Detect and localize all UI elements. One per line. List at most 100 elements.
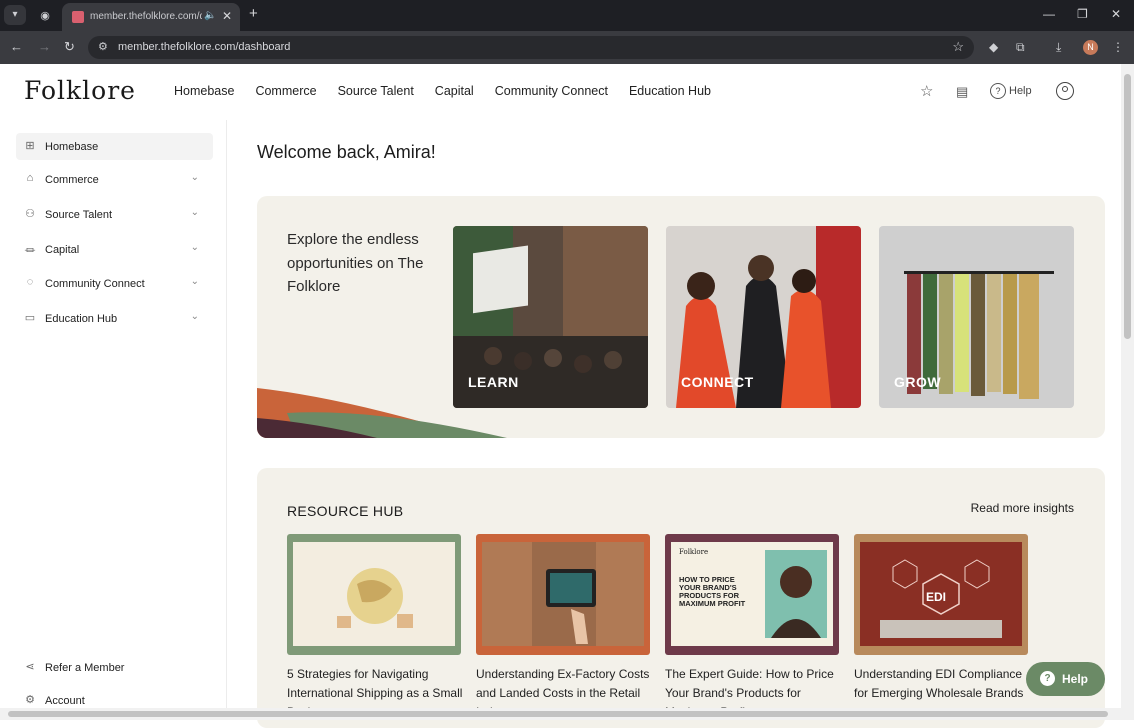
- favorites-star-icon[interactable]: ☆: [920, 82, 933, 100]
- sidebar-item-capital[interactable]: ⏛ Capital ⌄: [16, 236, 213, 263]
- bank-icon: ⏛: [24, 245, 36, 257]
- sidebar-item-label: Commerce: [45, 174, 99, 186]
- sidebar-item-label: Homebase: [45, 141, 99, 153]
- forward-icon[interactable]: →: [38, 39, 51, 54]
- sidebar-item-label: Community Connect: [45, 278, 145, 290]
- back-icon[interactable]: ←: [10, 39, 23, 54]
- scroll-thumb[interactable]: [1124, 74, 1131, 339]
- address-bar[interactable]: ⚙ member.thefolklore.com/dashboard ☆: [88, 36, 974, 59]
- download-icon[interactable]: ⤓: [1056, 40, 1061, 55]
- chevron-down-icon[interactable]: ⌄: [191, 242, 199, 253]
- user-account-icon[interactable]: [1056, 82, 1074, 100]
- browser-toolbar: ← → ↻ ⚙ member.thefolklore.com/dashboard…: [0, 31, 1134, 64]
- card-image: EDI: [854, 534, 1028, 655]
- hero-tagline: Explore the endless opportunities on The…: [287, 231, 424, 295]
- recording-icon[interactable]: ◉: [36, 7, 54, 25]
- chevron-down-icon[interactable]: ⌄: [191, 276, 199, 287]
- chat-icon: ◌: [26, 276, 34, 288]
- extensions-puzzle-icon[interactable]: ⧉: [1016, 40, 1025, 55]
- nav-source-talent[interactable]: Source Talent: [338, 84, 414, 98]
- chevron-down-icon[interactable]: ⌄: [191, 311, 199, 322]
- card-image: [476, 534, 650, 655]
- tab-search-button[interactable]: ▾: [4, 5, 26, 25]
- share-icon: ⋖: [25, 661, 35, 673]
- top-nav: Homebase Commerce Source Talent Capital …: [174, 84, 732, 98]
- help-label: Help: [1009, 85, 1032, 97]
- connect-tile[interactable]: CONNECT: [666, 226, 861, 408]
- sidebar-item-label: Source Talent: [45, 209, 113, 221]
- read-more-insights-link[interactable]: Read more insights: [971, 501, 1074, 515]
- new-tab-icon[interactable]: +: [249, 5, 258, 22]
- help-circle-icon: ?: [990, 83, 1006, 99]
- card-title[interactable]: Understanding EDI Compliance for Emergin…: [854, 665, 1032, 703]
- resource-card[interactable]: EDI Understanding EDI Compliance for Eme…: [854, 534, 1028, 703]
- tab-favicon-icon: [72, 11, 84, 23]
- grow-label: GROW: [894, 374, 942, 390]
- speaker-icon[interactable]: 🔈: [204, 10, 216, 21]
- sidebar-item-source-talent[interactable]: ⚇ Source Talent ⌄: [16, 201, 213, 228]
- resource-hub-title: RESOURCE HUB: [287, 503, 404, 519]
- grid-icon: ⊞: [25, 140, 35, 152]
- vertical-scrollbar[interactable]: [1121, 64, 1134, 708]
- nav-commerce[interactable]: Commerce: [255, 84, 316, 98]
- help-link[interactable]: ? Help: [990, 83, 1032, 99]
- reload-icon[interactable]: ↻: [64, 39, 75, 55]
- extension-icon[interactable]: ◆: [989, 40, 998, 54]
- card-image: Folklore HOW TO PRICE YOUR BRAND'S PRODU…: [665, 534, 839, 655]
- help-circle-icon: ?: [1040, 671, 1055, 686]
- learn-tile[interactable]: LEARN: [453, 226, 648, 408]
- resource-card[interactable]: 5 Strategies for Navigating Internationa…: [287, 534, 462, 722]
- hero-banner: Explore the endless opportunities on The…: [257, 196, 1105, 438]
- nav-homebase[interactable]: Homebase: [174, 84, 234, 98]
- site-info-icon[interactable]: ⚙: [98, 40, 108, 53]
- sidebar-item-homebase[interactable]: ⊞ Homebase: [16, 133, 213, 160]
- scroll-thumb[interactable]: [8, 711, 1108, 717]
- close-window-icon[interactable]: ✕: [1111, 7, 1121, 21]
- folklore-logo[interactable]: Folklore: [24, 76, 136, 105]
- presenter-portrait: [765, 550, 827, 638]
- card-image: [287, 534, 461, 655]
- nav-education-hub[interactable]: Education Hub: [629, 84, 711, 98]
- store-icon: ⌂: [26, 172, 34, 184]
- tab-close-icon[interactable]: ✕: [222, 9, 232, 23]
- book-icon: ▭: [24, 312, 36, 324]
- resource-card[interactable]: Understanding Ex-Factory Costs and Lande…: [476, 534, 650, 722]
- app-header: Folklore Homebase Commerce Source Talent…: [0, 64, 1121, 120]
- sidebar-item-education-hub[interactable]: ▭ Education Hub ⌄: [16, 305, 213, 332]
- edi-label: EDI: [926, 590, 947, 604]
- help-fab-label: Help: [1062, 672, 1089, 686]
- sidebar-item-refer-a-member[interactable]: ⋖ Refer a Member: [16, 654, 213, 681]
- sidebar-item-label: Account: [45, 695, 85, 707]
- restore-icon[interactable]: ❐: [1077, 7, 1088, 21]
- resource-hub: RESOURCE HUB Read more insights 5 Strate…: [257, 468, 1105, 728]
- grow-tile[interactable]: GROW: [879, 226, 1074, 408]
- sidebar-item-label: Capital: [45, 244, 80, 256]
- url-text[interactable]: member.thefolklore.com/dashboard: [118, 41, 290, 53]
- sidebar-item-label: Refer a Member: [45, 662, 125, 674]
- nav-community-connect[interactable]: Community Connect: [495, 84, 608, 98]
- chevron-down-icon[interactable]: ⌄: [191, 207, 199, 218]
- browser-tab-bar: ▾ ◉ member.thefolklore.com/d 🔈 ✕ + — ❐ ✕: [0, 0, 1134, 31]
- browser-tab[interactable]: member.thefolklore.com/d 🔈 ✕: [62, 3, 240, 31]
- card-brand: Folklore: [679, 548, 709, 556]
- minimize-icon[interactable]: —: [1043, 7, 1055, 21]
- nav-capital[interactable]: Capital: [435, 84, 474, 98]
- bookmark-star-icon[interactable]: ☆: [952, 39, 964, 55]
- learn-label: LEARN: [468, 374, 519, 390]
- sidebar-item-community-connect[interactable]: ◌ Community Connect ⌄: [16, 270, 213, 297]
- chevron-down-icon[interactable]: ⌄: [191, 172, 199, 183]
- messages-icon[interactable]: ▤: [956, 84, 968, 100]
- tab-title: member.thefolklore.com/d: [90, 11, 202, 22]
- gear-icon: ⚙: [25, 694, 35, 706]
- resource-card[interactable]: Folklore HOW TO PRICE YOUR BRAND'S PRODU…: [665, 534, 839, 722]
- horizontal-scrollbar[interactable]: [0, 708, 1134, 720]
- card-headline: HOW TO PRICE YOUR BRAND'S PRODUCTS FOR M…: [679, 575, 746, 608]
- people-icon: ⚇: [25, 208, 35, 220]
- connect-label: CONNECT: [681, 374, 754, 390]
- sidebar: ⊞ Homebase ⌂ Commerce ⌄ ⚇ Source Talent …: [0, 120, 227, 712]
- browser-menu-icon[interactable]: ⋮: [1112, 40, 1124, 54]
- profile-avatar[interactable]: N: [1083, 40, 1098, 55]
- sidebar-item-commerce[interactable]: ⌂ Commerce ⌄: [16, 166, 213, 193]
- help-chat-button[interactable]: ? Help: [1026, 662, 1105, 696]
- welcome-heading: Welcome back, Amira!: [257, 142, 436, 162]
